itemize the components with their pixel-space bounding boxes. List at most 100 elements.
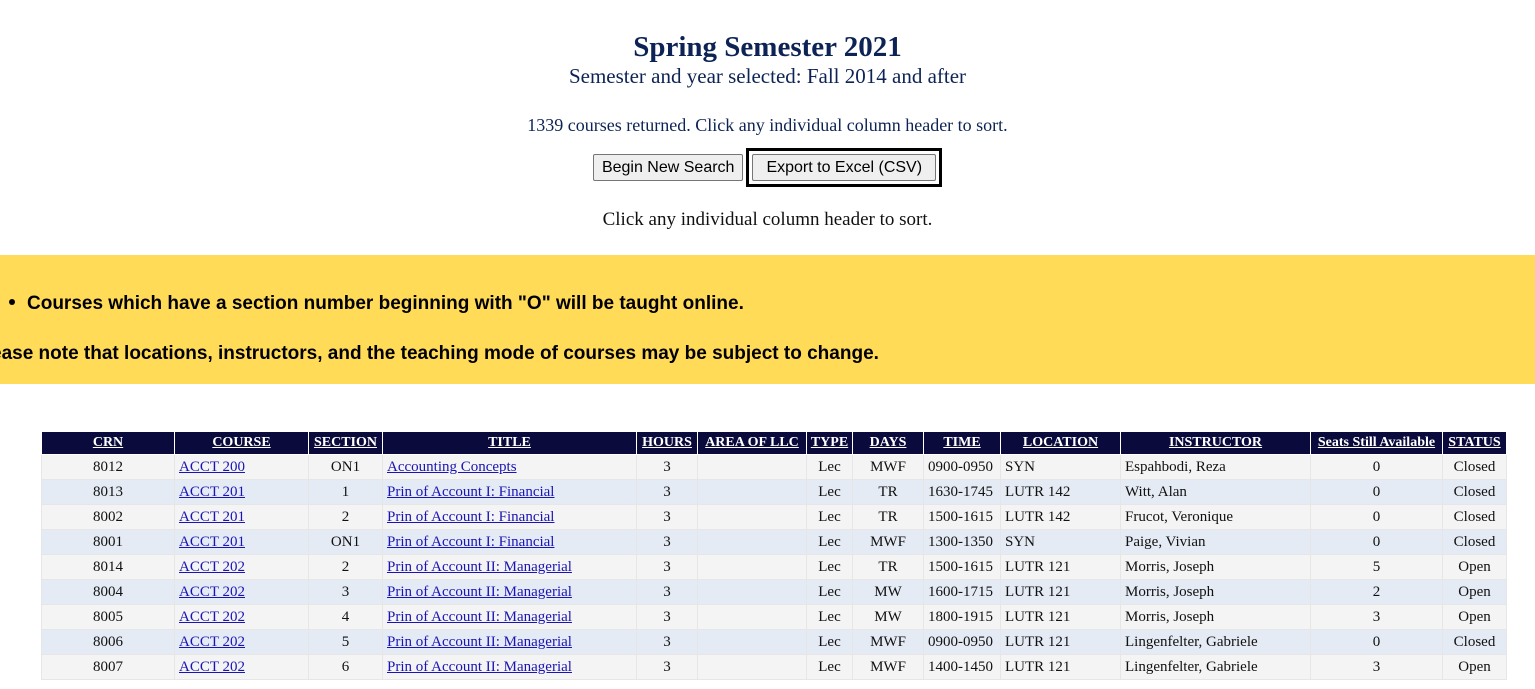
column-header-days[interactable]: DAYS: [852, 431, 924, 455]
course-link[interactable]: ACCT 200: [179, 459, 245, 475]
column-header-instructor[interactable]: INSTRUCTOR: [1120, 431, 1311, 455]
cell-seats: 3: [1310, 654, 1443, 680]
course-link[interactable]: ACCT 201: [179, 484, 245, 500]
cell-title: Prin of Account I: Financial: [382, 504, 637, 530]
cell-section: 4: [308, 604, 383, 630]
cell-hours: 3: [636, 554, 698, 580]
cell-time: 1400-1450: [923, 654, 1001, 680]
course-table: CRN COURSE SECTION TITLE HOURS AREA OF LLC TYP…: [41, 431, 1507, 680]
export-csv-button[interactable]: Export to Excel (CSV): [752, 154, 937, 181]
cell-course: ACCT 201: [174, 504, 309, 530]
cell-type: Lec: [806, 629, 853, 655]
column-header-seats-still-available[interactable]: Seats Still Available: [1310, 431, 1443, 455]
cell-instructor: Lingenfelter, Gabriele: [1120, 629, 1311, 655]
cell-days: MWF: [852, 629, 924, 655]
cell-seats: 0: [1310, 504, 1443, 530]
cell-llc: [697, 604, 807, 630]
cell-hours: 3: [636, 654, 698, 680]
cell-crn: 8013: [41, 479, 175, 505]
title-link[interactable]: Prin of Account II: Managerial: [387, 559, 572, 575]
cell-llc: [697, 504, 807, 530]
cell-title: Prin of Account II: Managerial: [382, 629, 637, 655]
column-header-status[interactable]: STATUS: [1442, 431, 1507, 455]
cell-time: 1630-1745: [923, 479, 1001, 505]
course-link[interactable]: ACCT 202: [179, 584, 245, 600]
cell-crn: 8007: [41, 654, 175, 680]
title-link[interactable]: Prin of Account II: Managerial: [387, 659, 572, 675]
cell-time: 1500-1615: [923, 504, 1001, 530]
cell-title: Prin of Account I: Financial: [382, 529, 637, 555]
cell-days: MWF: [852, 454, 924, 480]
cell-status: Open: [1442, 604, 1507, 630]
column-header-hours[interactable]: HOURS: [636, 431, 698, 455]
title-link[interactable]: Accounting Concepts: [387, 459, 517, 475]
semester-subtitle: Semester and year selected: Fall 2014 an…: [568, 64, 967, 88]
column-header-crn[interactable]: CRN: [41, 431, 175, 455]
cell-section: 1: [308, 479, 383, 505]
cell-instructor: Frucot, Veronique: [1120, 504, 1311, 530]
action-buttons: Begin New Search Export to Excel (CSV): [0, 148, 1535, 187]
cell-llc: [697, 629, 807, 655]
cell-crn: 8005: [41, 604, 175, 630]
title-link[interactable]: Prin of Account I: Financial: [387, 534, 554, 550]
course-link[interactable]: ACCT 201: [179, 534, 245, 550]
column-header-type[interactable]: TYPE: [806, 431, 853, 455]
cell-llc: [697, 654, 807, 680]
column-header-title[interactable]: TITLE: [382, 431, 637, 455]
column-header-course[interactable]: COURSE: [174, 431, 309, 455]
cell-llc: [697, 454, 807, 480]
course-link[interactable]: ACCT 202: [179, 659, 245, 675]
title-link[interactable]: Prin of Account I: Financial: [387, 484, 554, 500]
column-header-time[interactable]: TIME: [923, 431, 1001, 455]
cell-days: MW: [852, 604, 924, 630]
table-row: 8006 ACCT 202 5 Prin of Account II: Manager…: [41, 629, 1507, 655]
column-header-area-of-llc[interactable]: AREA OF LLC: [697, 431, 807, 455]
cell-location: LUTR 142: [1000, 479, 1121, 505]
cell-status: Closed: [1442, 479, 1507, 505]
table-row: 8012 ACCT 200 ON1 Accounting Concepts 3 Lec MW…: [41, 454, 1507, 480]
cell-type: Lec: [806, 654, 853, 680]
cell-type: Lec: [806, 504, 853, 530]
column-header-section[interactable]: SECTION: [308, 431, 383, 455]
cell-seats: 5: [1310, 554, 1443, 580]
course-link[interactable]: ACCT 202: [179, 559, 245, 575]
cell-hours: 3: [636, 604, 698, 630]
cell-location: LUTR 121: [1000, 604, 1121, 630]
course-link[interactable]: ACCT 202: [179, 634, 245, 650]
course-link[interactable]: ACCT 202: [179, 609, 245, 625]
cell-status: Closed: [1442, 529, 1507, 555]
cell-hours: 3: [636, 479, 698, 505]
table-header-row: CRN COURSE SECTION TITLE HOURS AREA OF LLC TYP…: [41, 431, 1507, 455]
cell-status: Closed: [1442, 504, 1507, 530]
title-link[interactable]: Prin of Account II: Managerial: [387, 609, 572, 625]
cell-course: ACCT 201: [174, 479, 309, 505]
bullet-icon: [9, 298, 15, 305]
cell-type: Lec: [806, 579, 853, 605]
title-link[interactable]: Prin of Account II: Managerial: [387, 584, 572, 600]
cell-location: LUTR 121: [1000, 629, 1121, 655]
cell-course: ACCT 201: [174, 529, 309, 555]
cell-status: Open: [1442, 554, 1507, 580]
cell-section: 2: [308, 504, 383, 530]
export-button-focus-ring: Export to Excel (CSV): [746, 148, 943, 187]
cell-days: MWF: [852, 654, 924, 680]
cell-title: Prin of Account II: Managerial: [382, 579, 637, 605]
cell-instructor: Witt, Alan: [1120, 479, 1311, 505]
cell-section: ON1: [308, 529, 383, 555]
cell-time: 0900-0950: [923, 629, 1001, 655]
cell-status: Closed: [1442, 629, 1507, 655]
cell-type: Lec: [806, 604, 853, 630]
begin-new-search-button[interactable]: Begin New Search: [592, 154, 744, 181]
cell-crn: 8006: [41, 629, 175, 655]
course-link[interactable]: ACCT 201: [179, 509, 245, 525]
cell-type: Lec: [806, 479, 853, 505]
cell-days: MWF: [852, 529, 924, 555]
notice-online-item: Courses which have a section number begi…: [7, 293, 744, 315]
column-header-location[interactable]: LOCATION: [1000, 431, 1121, 455]
table-row: 8005 ACCT 202 4 Prin of Account II: Manager…: [41, 604, 1507, 630]
title-link[interactable]: Prin of Account I: Financial: [387, 509, 554, 525]
cell-type: Lec: [806, 554, 853, 580]
cell-seats: 0: [1310, 629, 1443, 655]
courses-returned-count: 1339 courses returned. Click any individ…: [527, 115, 1008, 135]
title-link[interactable]: Prin of Account II: Managerial: [387, 634, 572, 650]
